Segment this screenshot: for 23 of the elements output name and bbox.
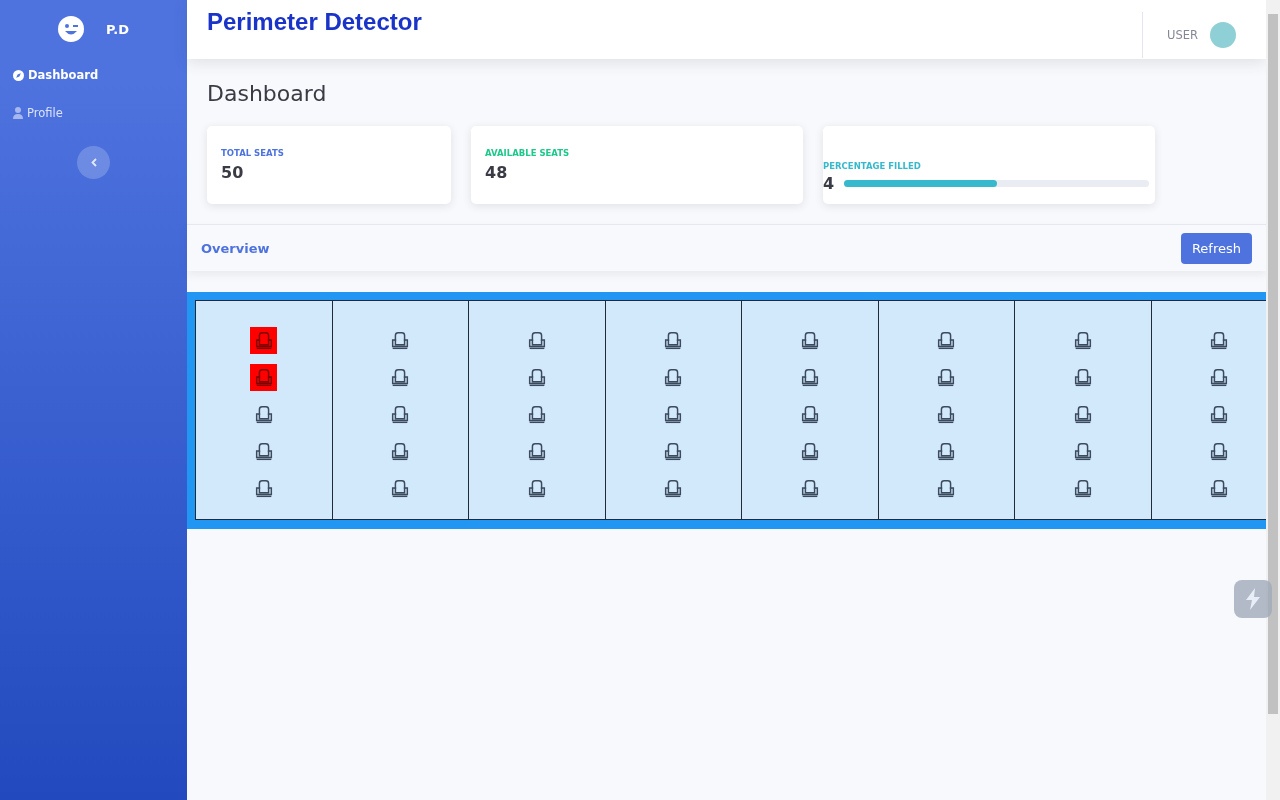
avatar[interactable]	[1210, 22, 1236, 48]
app-title: Perimeter Detector	[207, 8, 422, 36]
overview-title: Overview	[201, 240, 270, 256]
lightning-icon	[1243, 587, 1263, 611]
stat-label: PERCENTAGE FILLED	[823, 161, 922, 171]
floating-widget[interactable]	[1234, 580, 1272, 618]
stat-value: 50	[221, 163, 245, 182]
user-name[interactable]: USER	[1167, 28, 1198, 42]
user-icon	[13, 107, 23, 119]
sidebar-toggle-button[interactable]	[77, 146, 110, 179]
refresh-button[interactable]: Refresh	[1180, 232, 1252, 264]
nav-link[interactable]: Profile	[13, 106, 187, 120]
compass-icon	[13, 69, 24, 81]
stat-label: AVAILABLE SEATS	[485, 148, 571, 158]
brand-name: P.D	[106, 21, 129, 37]
stat-value: 48	[485, 163, 509, 182]
chevron-left-icon	[90, 158, 97, 167]
nav-link[interactable]: Dashboard	[13, 68, 187, 82]
page-title: Dashboard	[207, 81, 328, 106]
winking-face-icon	[58, 16, 85, 42]
stat-value: 4	[823, 174, 835, 193]
scrollbar[interactable]	[1266, 0, 1280, 800]
stat-label: TOTAL SEATS	[221, 148, 285, 158]
